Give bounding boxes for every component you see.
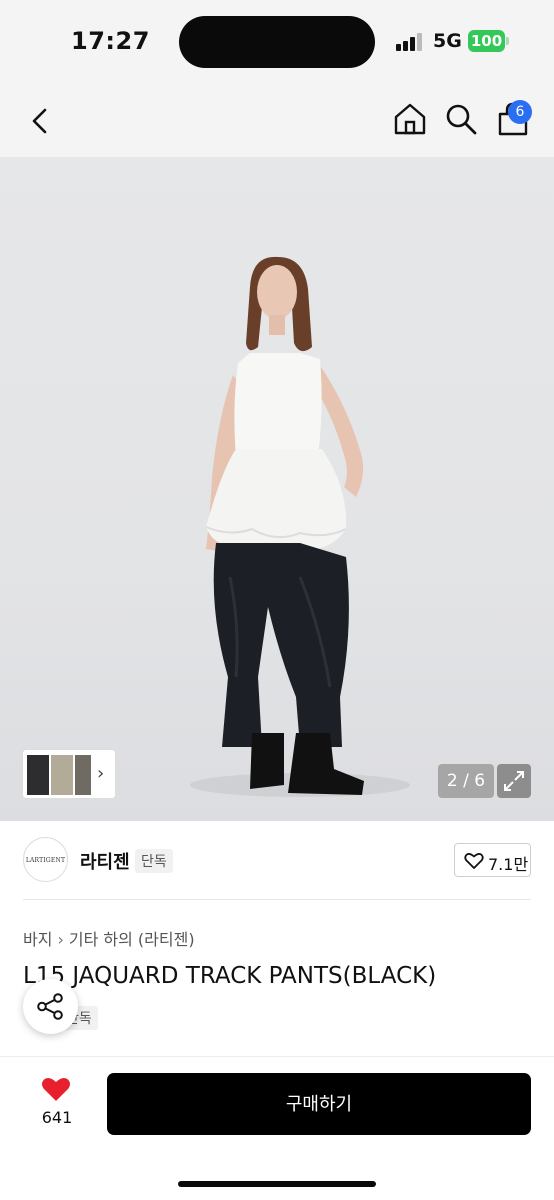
exclusive-badge: 단독 [135,849,173,873]
breadcrumb-item-pants[interactable]: 바지 [23,930,52,949]
share-icon [37,993,63,1020]
chevron-right-icon: › [57,930,64,949]
network-label: 5G [433,30,462,52]
divider [23,899,531,900]
home-icon[interactable] [392,101,428,137]
heart-outline-icon [464,853,484,869]
heart-filled-icon[interactable] [40,1075,72,1103]
battery-icon: 100 [468,30,509,52]
thumbnail-2[interactable] [51,755,73,795]
breadcrumb: 바지 › 기타 하의 (라티젠) [23,926,195,950]
thumbnail-strip[interactable]: › [22,749,116,799]
expand-icon[interactable] [497,764,531,798]
cart-count-badge: 6 [508,100,532,124]
brand-like-count: 7.1만 [488,855,529,874]
product-image[interactable]: › 2 / 6 [0,157,554,821]
product-title: L15 JAQUARD TRACK PANTS(BLACK) [23,963,437,989]
top-bar: 17:27 5G 100 6 [0,0,554,157]
thumbnail-1[interactable] [27,755,49,795]
brand-name[interactable]: 라티젠 [80,848,130,874]
search-icon[interactable] [443,101,479,137]
buy-button[interactable]: 구매하기 [107,1073,531,1135]
breadcrumb-item-other-bottoms[interactable]: 기타 하의 (라티젠) [69,930,195,949]
back-icon[interactable] [24,103,56,139]
brand-like-button[interactable]: 7.1만 [454,843,531,877]
status-time: 17:27 [71,27,150,55]
chevron-right-icon: › [97,763,105,784]
wish-count: 641 [41,1108,73,1127]
battery-level: 100 [468,30,505,52]
dynamic-island [179,16,375,68]
home-indicator [178,1181,376,1187]
signal-icon [396,33,422,51]
model-photo [190,256,410,797]
thumbnail-3[interactable] [75,755,91,795]
image-counter: 2 / 6 [438,764,494,798]
share-button[interactable] [23,979,78,1034]
brand-logo[interactable]: LARTIGENT [23,837,68,882]
